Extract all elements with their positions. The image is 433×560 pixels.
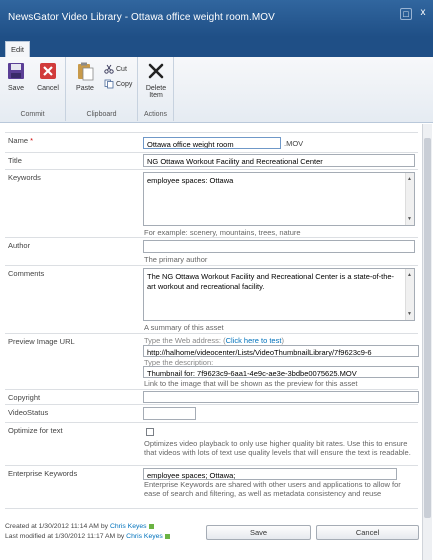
video-status-row: VideoStatus (5, 404, 418, 422)
enterprise-keywords-row: Enterprise Keywords employee spaces; Ott… (5, 465, 418, 509)
presence-icon (148, 523, 154, 529)
preview-url-label: Preview Image URL (8, 337, 75, 346)
cancel-button[interactable]: Cancel (316, 525, 419, 540)
copyright-row: Copyright (5, 389, 419, 404)
comments-label: Comments (8, 269, 45, 278)
modified-info: Last modified at 1/30/2012 11:17 AM by C… (5, 533, 170, 540)
save-icon (8, 63, 24, 79)
dialog-titlebar: NewsGator Video Library - Ottawa office … (0, 0, 433, 37)
delete-item-button[interactable]: Delete Item (142, 61, 170, 99)
commit-group-label: Commit (20, 111, 45, 118)
tab-edit[interactable]: Edit (5, 41, 30, 57)
keywords-textarea[interactable]: employee spaces: Ottawa ▲ ▼ (143, 172, 415, 226)
comments-hint: A summary of this asset (144, 323, 224, 332)
ribbon-save-label: Save (8, 85, 24, 92)
preview-description-input[interactable]: Thumbnail for: 7f9623c9-6aa1-4e9c-ae3e-3… (143, 366, 419, 378)
keywords-row: Keywords employee spaces: Ottawa ▲ ▼ For … (5, 169, 418, 237)
comments-textarea[interactable]: The NG Ottawa Workout Facility and Recre… (143, 268, 415, 321)
cancel-icon (40, 63, 56, 79)
name-input[interactable]: Ottawa office weight room (143, 137, 281, 149)
keywords-hint: For example: scenery, mountains, trees, … (144, 228, 301, 237)
actions-group-label: Actions (144, 111, 167, 118)
enterprise-keywords-hint: Enterprise Keywords are shared with othe… (144, 480, 401, 498)
name-suffix: .MOV (284, 139, 304, 148)
paste-button[interactable]: Paste (72, 61, 98, 92)
delete-label-line2: Item (149, 92, 163, 99)
modified-by-link[interactable]: Chris Keyes (126, 533, 163, 540)
close-icon[interactable]: x (417, 8, 429, 20)
keywords-value: employee spaces: Ottawa (147, 176, 234, 185)
optimize-text-label: Optimize for text (8, 426, 63, 435)
ribbon-cancel-label: Cancel (37, 85, 59, 92)
preview-address-hint: Type the Web address: (Click here to tes… (144, 336, 284, 345)
comments-scrollbar[interactable]: ▲ ▼ (405, 269, 414, 320)
copyright-input[interactable] (143, 391, 419, 403)
title-input[interactable]: NG Ottawa Workout Facility and Recreatio… (143, 154, 415, 167)
required-mark: * (30, 136, 34, 145)
preview-address-input[interactable]: http://halhome/videocenter/Lists/VideoTh… (143, 345, 419, 357)
preview-url-hint: Link to the image that will be shown as … (144, 379, 358, 388)
cut-label: Cut (116, 66, 127, 73)
ribbon: Save Cancel Commit Paste Cut Copy Clipbo… (0, 57, 433, 123)
video-status-label: VideoStatus (8, 408, 49, 417)
video-status-input[interactable] (143, 407, 196, 420)
created-info: Created at 1/30/2012 11:14 AM by Chris K… (5, 523, 154, 530)
cut-button[interactable]: Cut (104, 64, 127, 76)
author-row: Author The primary author (5, 237, 418, 265)
clipboard-group: Paste Cut Copy Clipboard (66, 57, 138, 121)
optimize-text-row: Optimize for text Optimizes video playba… (5, 422, 418, 465)
copyright-label: Copyright (8, 393, 41, 402)
copy-icon (104, 79, 114, 89)
ribbon-tab-strip: Edit (0, 37, 433, 57)
test-link[interactable]: Click here to test (226, 336, 282, 345)
title-label: Title (8, 156, 22, 165)
optimize-text-checkbox[interactable] (146, 428, 154, 436)
optimize-text-hint: Optimizes video playback to only use hig… (144, 439, 411, 457)
copy-button[interactable]: Copy (104, 79, 132, 91)
author-label: Author (8, 241, 31, 250)
scissors-icon (104, 64, 114, 74)
ribbon-save-button[interactable]: Save (4, 61, 28, 92)
page-scrollbar-thumb[interactable] (424, 138, 431, 518)
author-hint: The primary author (144, 255, 208, 264)
enterprise-keywords-label: Enterprise Keywords (8, 469, 78, 478)
maximize-icon[interactable]: □ (400, 8, 412, 20)
page-scrollbar[interactable] (422, 124, 432, 560)
preview-url-row: Preview Image URL Type the Web address: … (5, 333, 419, 389)
comments-row: Comments The NG Ottawa Workout Facility … (5, 265, 418, 333)
enterprise-keywords-input[interactable]: employee spaces; Ottawa; (143, 468, 397, 480)
created-by-link[interactable]: Chris Keyes (110, 523, 147, 530)
comments-value: The NG Ottawa Workout Facility and Recre… (147, 272, 395, 291)
save-button[interactable]: Save (206, 525, 311, 540)
keywords-label: Keywords (8, 173, 41, 182)
actions-group: Delete Item Actions (138, 57, 174, 121)
ribbon-cancel-button[interactable]: Cancel (34, 61, 62, 92)
name-label: Name * (8, 136, 34, 145)
delete-label-line1: Delete (145, 85, 167, 92)
delete-icon (148, 63, 164, 79)
paste-label: Paste (76, 85, 94, 92)
commit-group: Save Cancel Commit (0, 57, 66, 121)
name-row: Name * Ottawa office weight room .MOV (5, 132, 418, 152)
clipboard-group-label: Clipboard (86, 111, 117, 118)
keywords-scrollbar[interactable]: ▲ ▼ (405, 173, 414, 225)
copy-label: Copy (116, 81, 133, 88)
title-row: Title NG Ottawa Workout Facility and Rec… (5, 152, 418, 169)
dialog-title: NewsGator Video Library - Ottawa office … (8, 12, 275, 23)
presence-icon (164, 533, 170, 539)
author-input[interactable] (143, 240, 415, 253)
paste-icon (78, 62, 94, 81)
